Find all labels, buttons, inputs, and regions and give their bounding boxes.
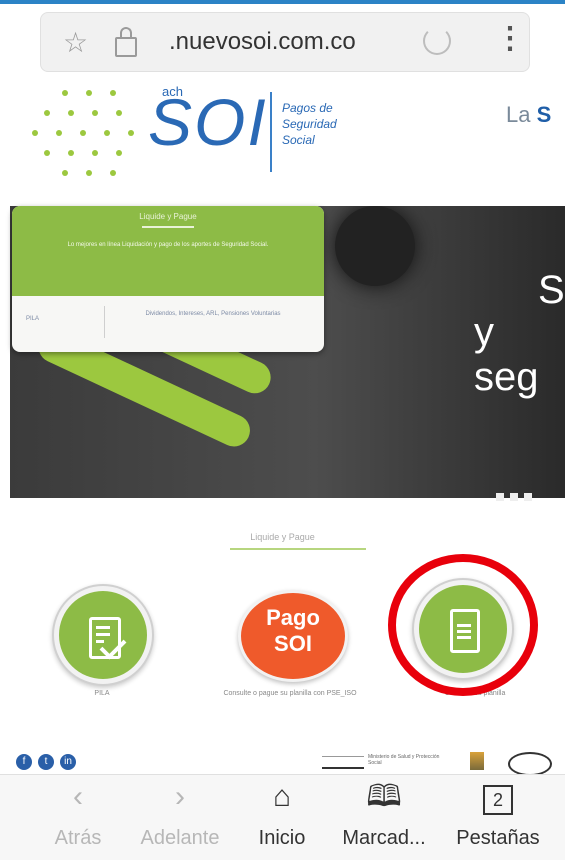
- tabs-count: 2: [483, 785, 513, 815]
- highlight-red-circle: [388, 554, 538, 696]
- bookmarks-icon: 🕮: [366, 780, 402, 813]
- card-tab-underline: [142, 226, 194, 228]
- logo-separator: [270, 92, 272, 172]
- logo-dot: [116, 150, 122, 156]
- card-cell-other[interactable]: Dividendos, Intereses, ARL, Pensiones Vo…: [118, 310, 308, 319]
- nav-back[interactable]: ‹ Atrás: [28, 775, 128, 850]
- top-accent-line: [0, 0, 565, 4]
- card-cell-pila[interactable]: PILA: [26, 316, 39, 322]
- logo-dot: [44, 150, 50, 156]
- home-icon: ⌂: [272, 780, 292, 813]
- partner-emblem-icon: [508, 752, 552, 776]
- nav-forward-label: Adelante: [140, 827, 220, 849]
- nav-tabs-label: Pestañas: [456, 827, 540, 849]
- pago-soi-button[interactable]: Pago SOI: [238, 590, 348, 682]
- nav-home-label: Inicio: [258, 827, 306, 849]
- lock-icon: [115, 27, 137, 57]
- logo-dots-graphic: [32, 80, 152, 190]
- pago-caption: Consulte o pague su planilla con PSE_ISO: [223, 690, 357, 697]
- pago-logo-line2: SOI: [274, 631, 312, 656]
- pila-service-button[interactable]: [52, 584, 154, 686]
- browser-bottom-bar: ‹ Atrás › Adelante ⌂ Inicio 🕮 Marcad... …: [0, 774, 565, 860]
- hero-text-line2: y seg: [474, 310, 539, 399]
- logo-dot: [68, 110, 74, 116]
- more-vertical-icon[interactable]: ⋮: [495, 21, 525, 56]
- nav-back-label: Atrás: [54, 827, 102, 849]
- card-tab-label[interactable]: Liquide y Pague: [12, 212, 324, 221]
- forward-arrow-icon: ›: [175, 780, 185, 813]
- headline-prefix: La: [506, 102, 537, 127]
- services-tab-caption[interactable]: Liquide y Pague: [0, 532, 565, 542]
- header-headline: La S: [506, 102, 551, 128]
- carousel-indicators[interactable]: [496, 488, 538, 506]
- site-header: ach SOI Pagos de Seguridad Social La S: [0, 72, 565, 190]
- logo-dot: [86, 170, 92, 176]
- reload-icon[interactable]: [423, 27, 451, 55]
- hero-lamp-graphic: [335, 206, 415, 286]
- tabs-icon: 2: [448, 775, 548, 819]
- services-tab-underline: [230, 548, 366, 550]
- partner-seal-icon: [470, 752, 484, 770]
- logo-dot: [80, 130, 86, 136]
- logo-dot: [92, 150, 98, 156]
- logo-dot: [86, 90, 92, 96]
- headline-bold: S: [536, 102, 552, 127]
- pila-circle: [59, 591, 147, 679]
- facebook-icon[interactable]: f: [16, 754, 32, 770]
- card-header: Liquide y Pague Lo mejores en línea Liqu…: [12, 206, 324, 296]
- partner-logo: [322, 756, 364, 769]
- pila-caption: PILA: [94, 690, 110, 697]
- logo-tagline: Pagos de Seguridad Social: [282, 101, 337, 147]
- logo-dot: [104, 130, 110, 136]
- logo-dot: [128, 130, 134, 136]
- pago-logo-line1: Pago: [266, 605, 320, 630]
- site-footer: f t in Ministerio de Salud y Protección …: [0, 750, 565, 776]
- logo-dot: [62, 90, 68, 96]
- nav-tabs[interactable]: 2 Pestañas: [448, 775, 548, 850]
- nav-bookmarks-label: Marcad...: [342, 827, 426, 849]
- partner-logo-text: Ministerio de Salud y Protección Social: [368, 754, 440, 766]
- nav-home[interactable]: ⌂ Inicio: [232, 775, 332, 850]
- card-title: Lo mejores en línea Liquidación y pago d…: [67, 242, 269, 248]
- nav-bookmarks[interactable]: 🕮 Marcad...: [334, 775, 434, 850]
- logo-dot: [32, 130, 38, 136]
- url-text[interactable]: .nuevosoi.com.co: [169, 28, 356, 56]
- twitter-icon[interactable]: t: [38, 754, 54, 770]
- logo-soi-text[interactable]: SOI: [148, 84, 268, 160]
- hero-info-card[interactable]: Liquide y Pague Lo mejores en línea Liqu…: [12, 206, 324, 352]
- logo-dot: [68, 150, 74, 156]
- logo-dot: [62, 170, 68, 176]
- back-arrow-icon: ‹: [73, 780, 83, 813]
- logo-dot: [110, 90, 116, 96]
- logo-dot: [92, 110, 98, 116]
- nav-forward[interactable]: › Adelante: [130, 775, 230, 850]
- logo-dot: [110, 170, 116, 176]
- logo-dot: [116, 110, 122, 116]
- card-row: PILA Dividendos, Intereses, ARL, Pension…: [12, 302, 324, 342]
- address-bar[interactable]: ☆ .nuevosoi.com.co ⋮: [40, 12, 530, 72]
- logo-dot: [56, 130, 62, 136]
- card-cell-divider: [104, 306, 105, 338]
- star-icon[interactable]: ☆: [63, 26, 88, 59]
- linkedin-icon[interactable]: in: [60, 754, 76, 770]
- logo-dot: [44, 110, 50, 116]
- hero-text-line1: S: [538, 268, 565, 312]
